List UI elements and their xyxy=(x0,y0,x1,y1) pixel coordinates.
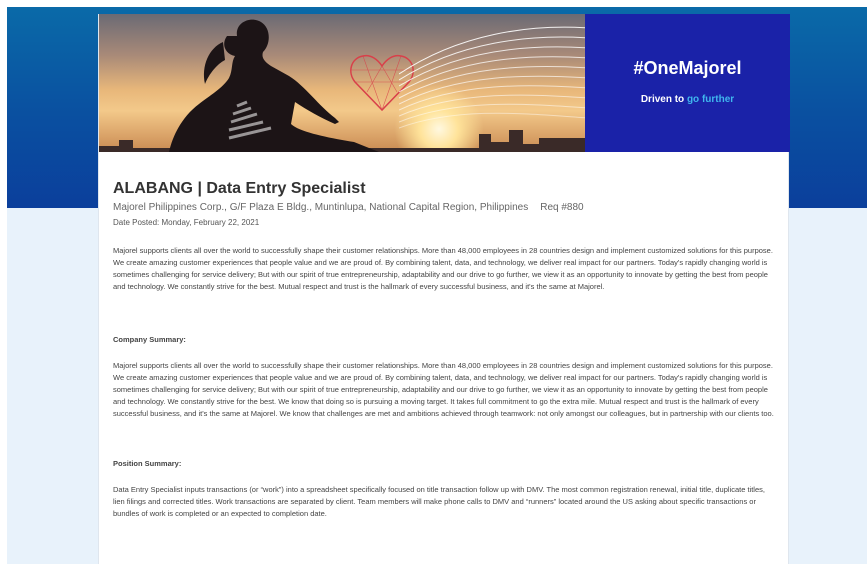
position-summary-text: Data Entry Specialist inputs transaction… xyxy=(113,485,765,518)
intro-paragraph: Majorel supports clients all over the wo… xyxy=(113,246,773,291)
date-posted: Date Posted: Monday, February 22, 2021 xyxy=(113,218,260,227)
job-title: ALABANG | Data Entry Specialist xyxy=(113,180,366,197)
brand-panel: #OneMajorel Driven to go further xyxy=(585,14,790,152)
company-summary-text: Majorel supports clients all over the wo… xyxy=(113,361,774,418)
job-location-line: Majorel Philippines Corp., G/F Plaza E B… xyxy=(113,202,774,214)
job-content: ALABANG | Data Entry Specialist Majorel … xyxy=(99,152,788,520)
company-summary-heading: Company Summary: xyxy=(113,335,186,344)
tagline-accent: go further xyxy=(686,94,735,105)
position-summary-heading: Position Summary: xyxy=(113,459,182,468)
decorative-swooshes xyxy=(399,26,585,129)
hero-banner: #OneMajorel Driven to go further xyxy=(99,14,790,152)
job-req-number: Req #880 xyxy=(540,202,584,213)
job-location: Majorel Philippines Corp., G/F Plaza E B… xyxy=(113,202,529,213)
job-posting-card: #OneMajorel Driven to go further ALABANG… xyxy=(98,14,790,564)
brand-hashtag: #OneMajorel xyxy=(633,58,742,78)
page-background: #OneMajorel Driven to go further ALABANG… xyxy=(7,7,867,564)
brand-tagline: Driven to go further xyxy=(585,94,790,105)
banner-photo xyxy=(99,14,585,152)
tagline-prefix: Driven to xyxy=(640,94,685,105)
